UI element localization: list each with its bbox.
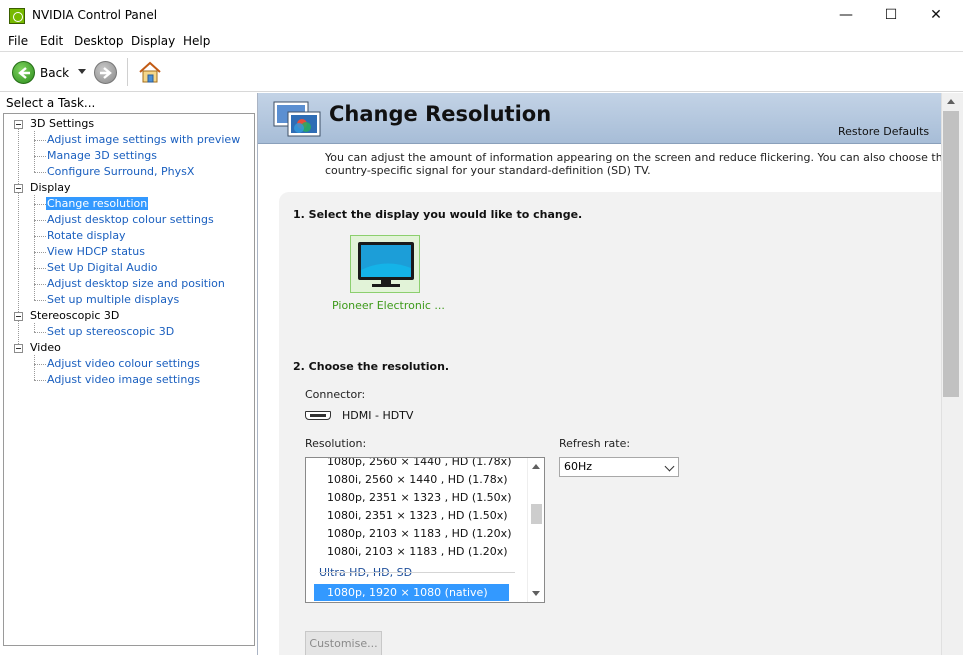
tree-connector — [34, 140, 46, 141]
category-display[interactable]: Display — [30, 181, 71, 194]
category-stereoscopic-3d[interactable]: Stereoscopic 3D — [30, 309, 119, 322]
change-resolution-icon — [273, 101, 321, 137]
resolution-option[interactable]: 1080i, 2351 × 1323 , HD (1.50x) — [327, 509, 508, 522]
task-change-resolution[interactable]: Change resolution — [46, 197, 149, 210]
collapse-display-icon[interactable] — [14, 184, 23, 193]
tree-connector — [34, 268, 46, 269]
display-name-label[interactable]: Pioneer Electronic ... — [332, 299, 445, 312]
back-button-label[interactable]: Back — [40, 66, 69, 80]
minimize-button[interactable]: — — [823, 0, 869, 31]
section-choose-resolution-title: 2. Choose the resolution. — [293, 360, 450, 373]
toolbar: Back — [0, 52, 963, 92]
display-selector-tile[interactable] — [350, 235, 420, 293]
collapse-3d-settings-icon[interactable] — [14, 120, 23, 129]
task-configure-surround[interactable]: Configure Surround, PhysX — [46, 165, 195, 178]
connector-label: Connector: — [305, 388, 366, 401]
scroll-up-icon[interactable] — [532, 464, 540, 469]
section-select-display-title: 1. Select the display you would like to … — [293, 208, 583, 221]
task-adjust-image-settings[interactable]: Adjust image settings with preview — [46, 133, 241, 146]
page-description: You can adjust the amount of information… — [325, 151, 943, 177]
task-adjust-desktop-colour[interactable]: Adjust desktop colour settings — [46, 213, 215, 226]
resolution-scrollbar[interactable] — [527, 458, 544, 602]
task-rotate-display[interactable]: Rotate display — [46, 229, 127, 242]
tree-connector — [34, 323, 35, 332]
resolution-option[interactable]: 1080p, 2103 × 1183 , HD (1.20x) — [327, 527, 511, 540]
page-title: Change Resolution — [329, 102, 552, 126]
home-icon[interactable] — [138, 60, 162, 84]
scrollbar-thumb[interactable] — [943, 111, 959, 397]
hdmi-connector-icon — [305, 411, 331, 420]
nvidia-app-icon — [9, 8, 25, 24]
forward-arrow-icon[interactable] — [94, 61, 117, 84]
chevron-down-icon — [664, 461, 675, 472]
scroll-up-icon[interactable] — [947, 99, 955, 104]
collapse-stereoscopic-icon[interactable] — [14, 312, 23, 321]
resolution-option[interactable]: 1080p, 2560 × 1440 , HD (1.78x) — [327, 458, 511, 468]
maximize-button[interactable]: ☐ — [868, 0, 914, 31]
resolution-listbox[interactable]: 1080p, 2560 × 1440 , HD (1.78x) 1080i, 2… — [305, 457, 545, 603]
collapse-video-icon[interactable] — [14, 344, 23, 353]
tree-connector — [34, 284, 46, 285]
task-panel: 3D Settings Adjust image settings with p… — [3, 113, 255, 646]
task-setup-digital-audio[interactable]: Set Up Digital Audio — [46, 261, 159, 274]
refresh-rate-label: Refresh rate: — [559, 437, 631, 450]
task-manage-3d-settings[interactable]: Manage 3D settings — [46, 149, 158, 162]
resolution-option[interactable]: 1080i, 2560 × 1440 , HD (1.78x) — [327, 473, 508, 486]
menu-edit[interactable]: Edit — [40, 34, 63, 48]
scroll-down-icon[interactable] — [532, 591, 540, 596]
page-scrollbar[interactable] — [941, 93, 963, 655]
refresh-rate-dropdown[interactable]: 60Hz — [559, 457, 679, 477]
tree-connector — [34, 172, 46, 173]
category-video[interactable]: Video — [30, 341, 61, 354]
resolution-option[interactable]: 1080p, 2351 × 1323 , HD (1.50x) — [327, 491, 511, 504]
task-view-hdcp-status[interactable]: View HDCP status — [46, 245, 146, 258]
category-3d-settings[interactable]: 3D Settings — [30, 117, 94, 130]
task-setup-multiple-displays[interactable]: Set up multiple displays — [46, 293, 180, 306]
page-description-line2: country-specific signal for your standar… — [325, 164, 651, 177]
connector-value: HDMI - HDTV — [342, 409, 414, 422]
tree-connector — [34, 131, 35, 172]
title-bar: NVIDIA Control Panel — ☐ ✕ — [0, 0, 963, 31]
menu-desktop[interactable]: Desktop — [74, 34, 124, 48]
resolution-option[interactable]: 1080i, 2103 × 1183 , HD (1.20x) — [327, 545, 508, 558]
close-button[interactable]: ✕ — [913, 0, 959, 31]
tree-connector — [34, 364, 46, 365]
tree-connector — [34, 252, 46, 253]
tree-connector — [34, 300, 46, 301]
menu-file[interactable]: File — [8, 34, 28, 48]
tree-connector — [34, 220, 46, 221]
monitor-icon — [358, 242, 414, 287]
menu-bar: File Edit Desktop Display Help — [0, 31, 963, 52]
task-adjust-desktop-size[interactable]: Adjust desktop size and position — [46, 277, 226, 290]
back-history-dropdown-icon[interactable] — [78, 69, 86, 74]
task-adjust-video-colour[interactable]: Adjust video colour settings — [46, 357, 201, 370]
back-arrow-icon[interactable] — [12, 61, 35, 84]
scrollbar-thumb[interactable] — [531, 504, 542, 524]
toolbar-separator — [127, 58, 128, 86]
menu-help[interactable]: Help — [183, 34, 210, 48]
page-banner: Change Resolution Restore Defaults — [258, 93, 943, 144]
refresh-rate-value: 60Hz — [564, 460, 593, 473]
tree-connector — [34, 156, 46, 157]
tree-connector — [34, 332, 46, 333]
task-setup-stereoscopic-3d[interactable]: Set up stereoscopic 3D — [46, 325, 175, 338]
menu-display[interactable]: Display — [131, 34, 175, 48]
tree-connector — [34, 355, 35, 380]
content-pane: Change Resolution Restore Defaults You c… — [257, 93, 963, 655]
task-panel-header: Select a Task... — [6, 96, 96, 110]
task-tree: 3D Settings Adjust image settings with p… — [4, 114, 254, 645]
window-title: NVIDIA Control Panel — [32, 8, 158, 22]
resolution-label: Resolution: — [305, 437, 367, 450]
restore-defaults-link[interactable]: Restore Defaults — [838, 125, 929, 138]
tree-connector — [34, 236, 46, 237]
customise-button[interactable]: Customise... — [305, 631, 382, 655]
tree-connector — [34, 380, 46, 381]
resolution-option-selected[interactable]: 1080p, 1920 × 1080 (native) — [314, 584, 509, 601]
task-adjust-video-image[interactable]: Adjust video image settings — [46, 373, 201, 386]
tree-connector — [34, 204, 46, 205]
settings-card: 1. Select the display you would like to … — [279, 192, 943, 655]
group-divider — [319, 572, 515, 573]
page-description-line1: You can adjust the amount of information… — [325, 151, 943, 164]
